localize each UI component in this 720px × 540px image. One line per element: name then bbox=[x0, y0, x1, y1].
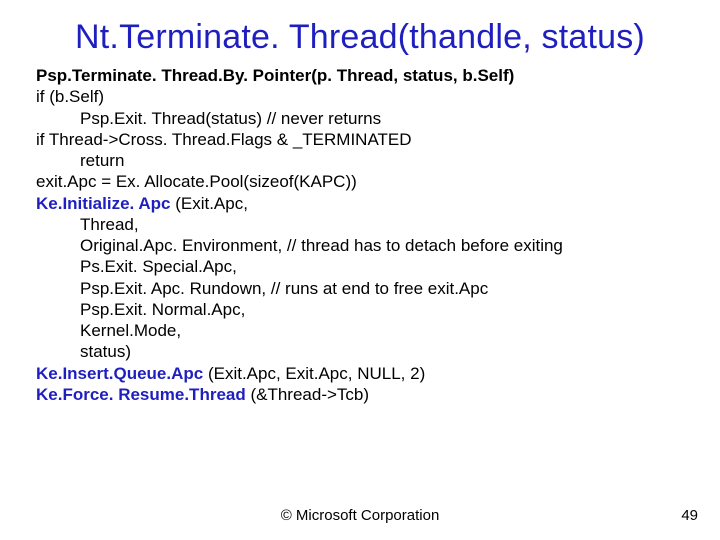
code-line: exit.Apc = Ex. Allocate.Pool(sizeof(KAPC… bbox=[36, 171, 700, 192]
code-line: Psp.Terminate. Thread.By. Pointer(p. Thr… bbox=[36, 65, 700, 86]
code-text: if Thread->Cross. Thread.Flags & _TERMIN… bbox=[36, 130, 412, 149]
code-line: if (b.Self) bbox=[36, 86, 700, 107]
footer-copyright: © Microsoft Corporation bbox=[0, 507, 720, 524]
slide: Nt.Terminate. Thread(thandle, status) Ps… bbox=[0, 0, 720, 540]
code-line: Ke.Initialize. Apc (Exit.Apc, bbox=[36, 193, 700, 214]
code-line: Psp.Exit. Apc. Rundown, // runs at end t… bbox=[36, 278, 700, 299]
code-fragment: (&Thread->Tcb) bbox=[250, 385, 369, 404]
code-line: Psp.Exit. Thread(status) // never return… bbox=[36, 108, 700, 129]
code-fragment: (Exit.Apc, bbox=[175, 194, 248, 213]
code-text: Kernel.Mode, bbox=[80, 321, 181, 340]
code-text: Psp.Terminate. Thread.By. Pointer(p. Thr… bbox=[36, 66, 514, 85]
code-text: Psp.Exit. Thread(status) // never return… bbox=[80, 109, 381, 128]
page-number: 49 bbox=[681, 507, 698, 524]
code-text: Thread, bbox=[80, 215, 139, 234]
code-fragment: (Exit.Apc, Exit.Apc, NULL, 2) bbox=[208, 364, 425, 383]
code-text: return bbox=[80, 151, 124, 170]
code-text: Ke.Initialize. Apc bbox=[36, 194, 175, 213]
code-line: status) bbox=[36, 341, 700, 362]
code-line: Kernel.Mode, bbox=[36, 320, 700, 341]
code-text: Psp.Exit. Normal.Apc, bbox=[80, 300, 245, 319]
code-line: Original.Apc. Environment, // thread has… bbox=[36, 235, 700, 256]
code-text: if (b.Self) bbox=[36, 87, 104, 106]
code-text: exit.Apc = Ex. Allocate.Pool(sizeof(KAPC… bbox=[36, 172, 357, 191]
code-line: return bbox=[36, 150, 700, 171]
code-line: Psp.Exit. Normal.Apc, bbox=[36, 299, 700, 320]
code-text: Ps.Exit. Special.Apc, bbox=[80, 257, 237, 276]
code-line: if Thread->Cross. Thread.Flags & _TERMIN… bbox=[36, 129, 700, 150]
code-text: Ke.Insert.Queue.Apc bbox=[36, 364, 208, 383]
code-text: Psp.Exit. Apc. Rundown, // runs at end t… bbox=[80, 279, 488, 298]
code-text: Ke.Force. Resume.Thread bbox=[36, 385, 250, 404]
slide-body: Psp.Terminate. Thread.By. Pointer(p. Thr… bbox=[0, 65, 720, 405]
code-line: Thread, bbox=[36, 214, 700, 235]
slide-title: Nt.Terminate. Thread(thandle, status) bbox=[0, 0, 720, 65]
code-line: Ps.Exit. Special.Apc, bbox=[36, 256, 700, 277]
code-line: Ke.Force. Resume.Thread (&Thread->Tcb) bbox=[36, 384, 700, 405]
code-text: status) bbox=[80, 342, 131, 361]
code-text: Original.Apc. Environment, // thread has… bbox=[80, 236, 563, 255]
code-line: Ke.Insert.Queue.Apc (Exit.Apc, Exit.Apc,… bbox=[36, 363, 700, 384]
